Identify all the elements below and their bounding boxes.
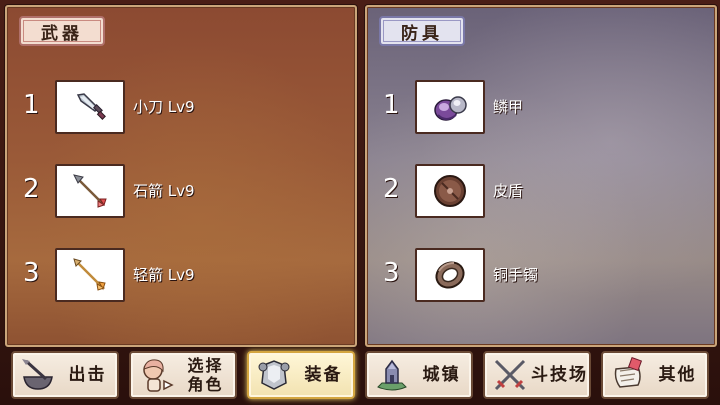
- scale-armor-icon: [434, 96, 467, 121]
- equip-button[interactable]: 装备: [247, 351, 355, 399]
- weapons-panel: 武器 1 小刀 Lv9 2 石箭 Lv9 3 轻箭 Lv9: [5, 5, 357, 347]
- armor-slot[interactable]: [415, 248, 485, 302]
- armor-panel: 防具 1 鳞甲 2 皮盾 3 铜手镯: [365, 5, 717, 347]
- weapon-slot-number: 2: [23, 174, 40, 204]
- armor-slot-number: 2: [383, 174, 400, 204]
- weapon-row[interactable]: 3 轻箭 Lv9: [7, 248, 347, 304]
- sortie-label: 出击: [68, 364, 107, 385]
- sortie-button[interactable]: 出击: [11, 351, 119, 399]
- select-label-line1: 选择: [187, 356, 224, 375]
- armor-row[interactable]: 1 鳞甲: [367, 80, 707, 136]
- weapon-row[interactable]: 1 小刀 Lv9: [7, 80, 347, 136]
- armor-name: 鳞甲: [493, 98, 524, 116]
- sortie-icon: [22, 359, 53, 390]
- light-arrow-icon: [73, 258, 106, 291]
- weapon-slot[interactable]: [55, 80, 125, 134]
- character-icon: [143, 359, 174, 392]
- dagger-icon: [76, 93, 106, 120]
- other-label: 其他: [658, 364, 697, 385]
- equip-label: 装备: [304, 364, 343, 385]
- town-icon: [377, 359, 407, 391]
- select-character-button[interactable]: 选择 角色: [129, 351, 237, 399]
- copper-bracelet-icon: [435, 261, 465, 289]
- stone-arrow-icon: [73, 174, 107, 208]
- armor-equip-icon: [258, 360, 290, 390]
- weapon-slot-number: 1: [23, 90, 40, 120]
- weapon-name: 石箭 Lv9: [133, 182, 195, 200]
- armor-slot-number: 3: [383, 258, 400, 288]
- weapon-name: 小刀 Lv9: [133, 98, 195, 116]
- weapon-row[interactable]: 2 石箭 Lv9: [7, 164, 347, 220]
- select-label-line2: 角色: [187, 375, 224, 394]
- armor-row[interactable]: 3 铜手镯: [367, 248, 707, 304]
- armor-row[interactable]: 2 皮盾: [367, 164, 707, 220]
- armor-slot-number: 1: [383, 90, 400, 120]
- weapon-slot[interactable]: [55, 248, 125, 302]
- scroll-icon: [614, 356, 643, 388]
- arena-button[interactable]: 斗技场: [483, 351, 591, 399]
- armor-tab[interactable]: 防具: [379, 16, 465, 46]
- weapon-name: 轻箭 Lv9: [133, 266, 195, 284]
- weapons-tab[interactable]: 武器: [19, 16, 105, 46]
- arena-label: 斗技场: [531, 364, 588, 385]
- armor-name: 皮盾: [493, 182, 524, 200]
- weapon-slot-number: 3: [23, 258, 40, 288]
- town-button[interactable]: 城镇: [365, 351, 473, 399]
- bottom-nav: 出击 选择 角色 装备 城镇 斗技场 其他: [0, 348, 720, 405]
- armor-slot[interactable]: [415, 164, 485, 218]
- leather-shield-icon: [434, 175, 466, 207]
- town-label: 城镇: [422, 364, 461, 385]
- weapon-slot[interactable]: [55, 164, 125, 218]
- armor-name: 铜手镯: [493, 266, 539, 284]
- crossed-swords-icon: [494, 359, 526, 391]
- other-button[interactable]: 其他: [601, 351, 709, 399]
- armor-slot[interactable]: [415, 80, 485, 134]
- select-character-label: 选择 角色: [176, 356, 235, 394]
